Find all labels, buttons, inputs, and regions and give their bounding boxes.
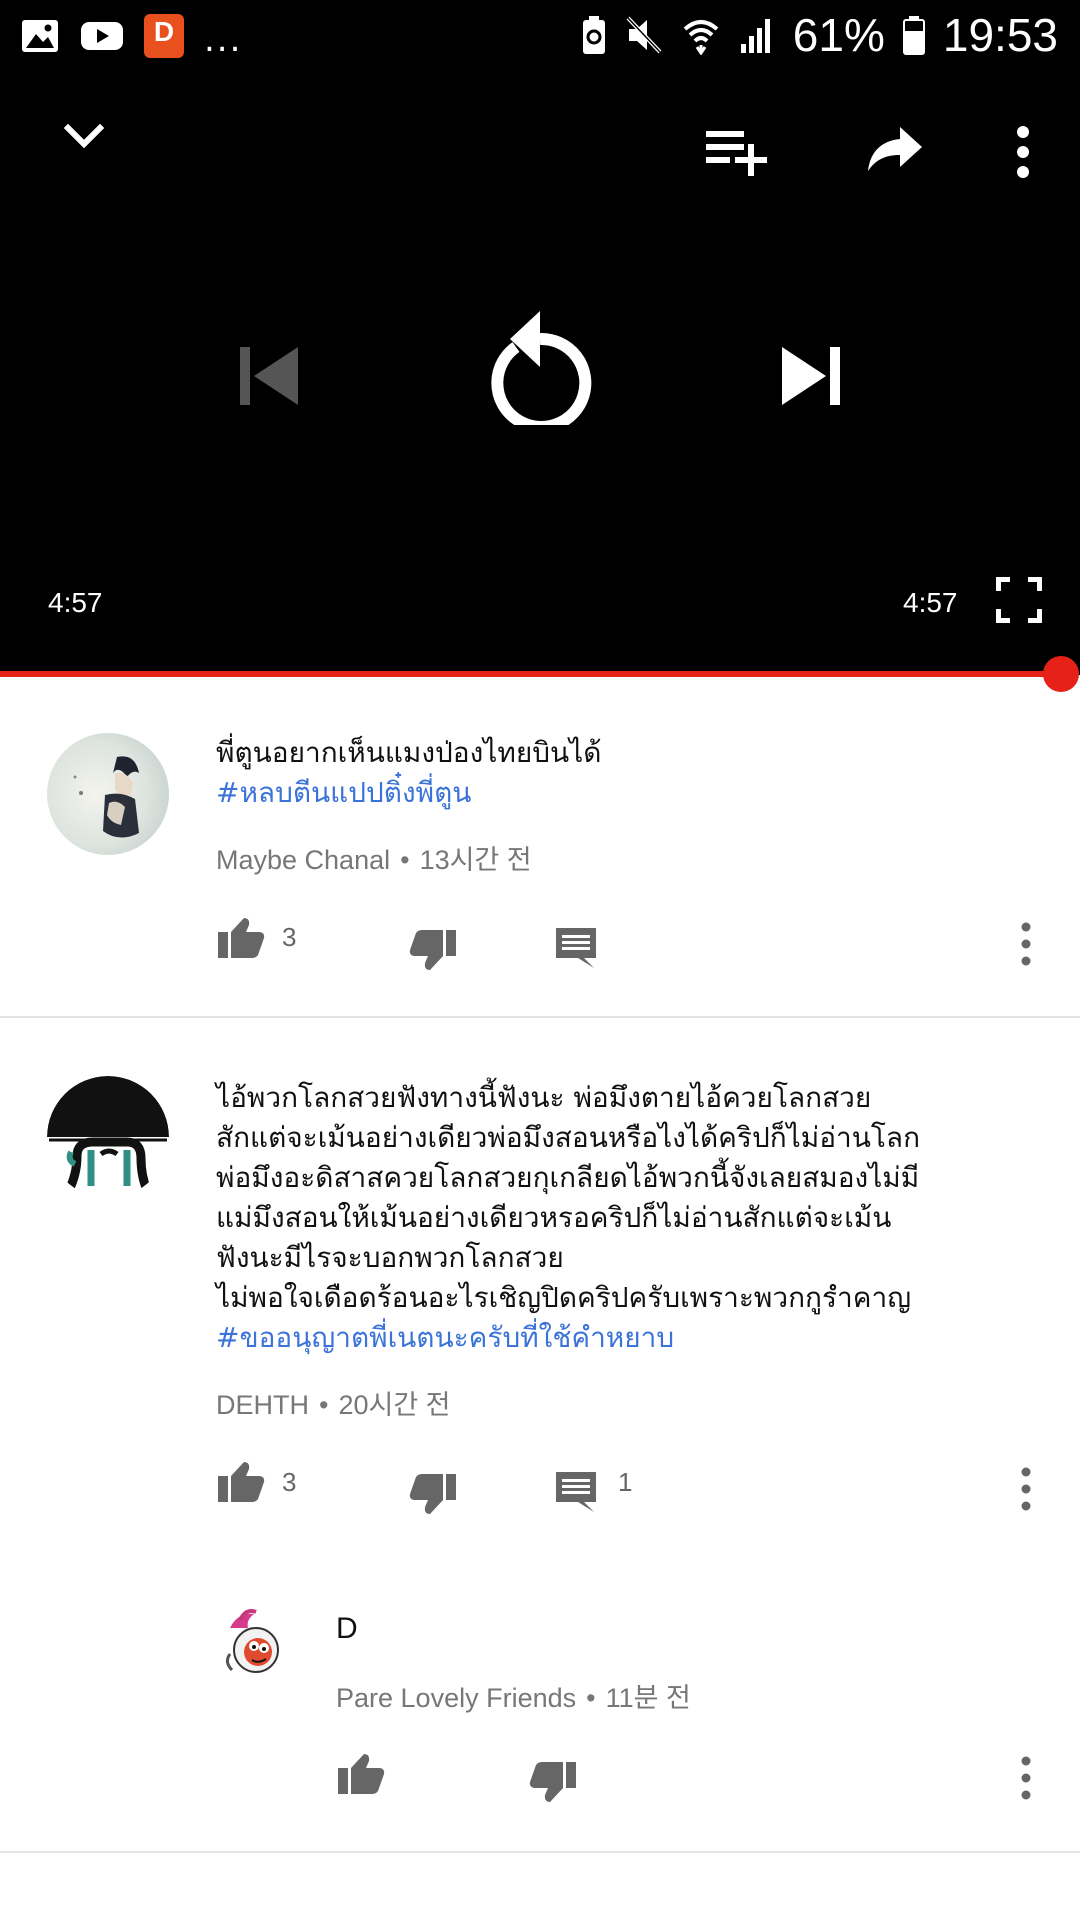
meta-separator: • <box>586 1683 596 1713</box>
comment-line: พ่อมึงอะดิสาสควยโลกสวยกุเกลียดไอ้พวกนี้จ… <box>216 1161 920 1194</box>
app-d-icon: D <box>144 14 184 58</box>
comment-author[interactable]: DEHTH <box>216 1390 309 1420</box>
dislike-icon[interactable] <box>408 928 458 972</box>
comment-time: 20시간 전 <box>338 1390 451 1420</box>
collapse-icon[interactable] <box>58 110 110 162</box>
comment-meta: DEHTH • 20시간 전 <box>216 1383 451 1422</box>
more-notifications: ... <box>204 20 243 60</box>
signal-icon <box>740 19 770 53</box>
system-icons: 61% 19:53 <box>581 8 1058 62</box>
comment-more-icon[interactable] <box>1016 1467 1036 1511</box>
comment-more-icon[interactable] <box>1016 922 1036 966</box>
comment-line: พี่ตูนอยากเห็นแมงป่องไทยบินได้ <box>216 736 602 769</box>
cartoon-character-icon <box>225 1609 279 1673</box>
progress-scrubber[interactable] <box>1043 656 1079 692</box>
hashtag-link[interactable]: #ขออนุญาตพี่เนตนะครับที่ใช้คำหยาบ <box>216 1318 920 1358</box>
notification-icons: D ... <box>20 12 242 60</box>
dislike-icon[interactable] <box>408 1472 458 1516</box>
avatar[interactable] <box>47 733 169 855</box>
meta-separator: • <box>319 1390 329 1420</box>
avatar[interactable] <box>216 1606 292 1682</box>
dislike-icon[interactable] <box>528 1760 578 1804</box>
next-icon[interactable] <box>778 343 844 409</box>
reply-author[interactable]: Pare Lovely Friends <box>336 1683 576 1713</box>
elapsed-time: 4:57 <box>48 587 103 618</box>
comment-line: ไม่พอใจเดือดร้อนอะไรเชิญปิดคริปครับเพราะ… <box>216 1281 912 1314</box>
reply-meta: Pare Lovely Friends • 11분 전 <box>336 1676 691 1715</box>
clock: 19:53 <box>942 9 1058 61</box>
share-icon[interactable] <box>866 125 924 175</box>
youtube-icon <box>81 22 123 50</box>
like-icon[interactable] <box>216 916 266 960</box>
reply-time: 11분 전 <box>605 1683 691 1713</box>
battery-percentage: 61% <box>792 9 885 61</box>
duration: 4:57 <box>903 587 958 618</box>
reply-count[interactable]: 1 <box>618 1467 632 1498</box>
reply-icon[interactable] <box>554 926 598 970</box>
progress-bar[interactable] <box>0 671 1062 677</box>
comment-text: พี่ตูนอยากเห็นแมงป่องไทยบินได้ #หลบตีนแป… <box>216 733 601 813</box>
hashtag-link[interactable]: #หลบตีนแปปติ๋งพี่ตูน <box>216 773 601 813</box>
meta-separator: • <box>400 845 410 875</box>
reply-icon[interactable] <box>554 1470 598 1514</box>
like-count: 3 <box>282 1467 297 1497</box>
comment-line: ไอ้พวกโลกสวยฟังทางนี้ฟังนะ พ่อมึงตายไอ้ค… <box>216 1081 872 1114</box>
image-icon <box>22 20 58 52</box>
status-bar: D ... 61% 19:53 <box>0 0 1080 75</box>
more-options-icon[interactable] <box>1008 125 1038 181</box>
battery-saver-icon <box>582 16 605 54</box>
comment-divider <box>0 1016 1080 1018</box>
comment-time: 13시간 전 <box>419 845 532 875</box>
dehth-logo-icon <box>47 1076 169 1193</box>
video-player[interactable]: 4:57 4:57 <box>0 75 1080 675</box>
previous-icon <box>240 347 298 405</box>
fullscreen-icon[interactable] <box>996 577 1042 623</box>
like-icon[interactable] <box>216 1460 266 1504</box>
avatar[interactable] <box>47 1076 169 1198</box>
add-to-queue-icon[interactable] <box>704 127 770 177</box>
comment-line: แม่มึงสอนให้เม้นอย่างเดียวหรอคริปก็ไม่อ่… <box>216 1201 892 1234</box>
mute-icon <box>626 16 662 54</box>
comment-more-icon[interactable] <box>1016 1756 1036 1800</box>
comment-divider <box>0 1851 1080 1853</box>
comment-line: ฟังนะมีไรจะบอกพวกโลกสวย <box>216 1241 564 1274</box>
wifi-icon <box>683 20 719 55</box>
replay-icon[interactable] <box>488 307 592 425</box>
battery-icon <box>902 16 925 55</box>
like-icon[interactable] <box>336 1752 386 1796</box>
comment-text: ไอ้พวกโลกสวยฟังทางนี้ฟังนะ พ่อมึงตายไอ้ค… <box>216 1078 920 1358</box>
like-count: 3 <box>282 922 297 952</box>
reply-text: D <box>336 1612 358 1645</box>
anime-character-icon <box>73 756 139 838</box>
comment-meta: Maybe Chanal • 13시간 전 <box>216 838 532 877</box>
comment-line: สักแต่จะเม้นอย่างเดียวพ่อมึงสอนหรือไงได้… <box>216 1121 921 1154</box>
comment-author[interactable]: Maybe Chanal <box>216 845 390 875</box>
